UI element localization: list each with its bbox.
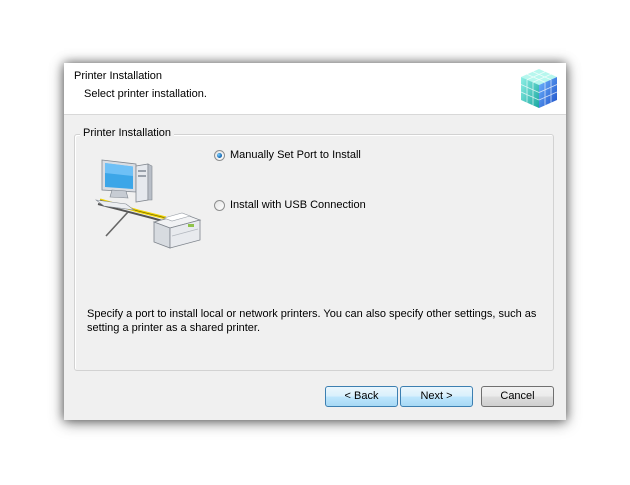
manual-port-radio[interactable]: Manually Set Port to Install [214,149,361,161]
radio-selected-indicator[interactable] [214,149,225,161]
dialog-header: Printer Installation Select printer inst… [64,63,566,115]
installer-cubes-icon [520,69,558,108]
usb-connection-radio-label: Install with USB Connection [230,199,366,211]
header-subtitle: Select printer installation. [84,88,207,100]
printer-installation-dialog: Printer Installation Select printer inst… [64,63,566,420]
screen: Printer Installation Select printer inst… [0,0,630,485]
usb-connection-radio[interactable]: Install with USB Connection [214,199,366,211]
computer-printer-network-icon [94,159,202,249]
groupbox-label: Printer Installation [80,127,175,139]
next-button[interactable]: Next > [400,386,473,407]
cancel-button[interactable]: Cancel [481,386,554,407]
option-description: Specify a port to install local or netwo… [87,308,537,334]
header-title: Printer Installation [74,70,163,82]
radio-unselected-indicator[interactable] [214,199,225,211]
back-button[interactable]: < Back [325,386,398,407]
manual-port-radio-label: Manually Set Port to Install [230,149,361,161]
